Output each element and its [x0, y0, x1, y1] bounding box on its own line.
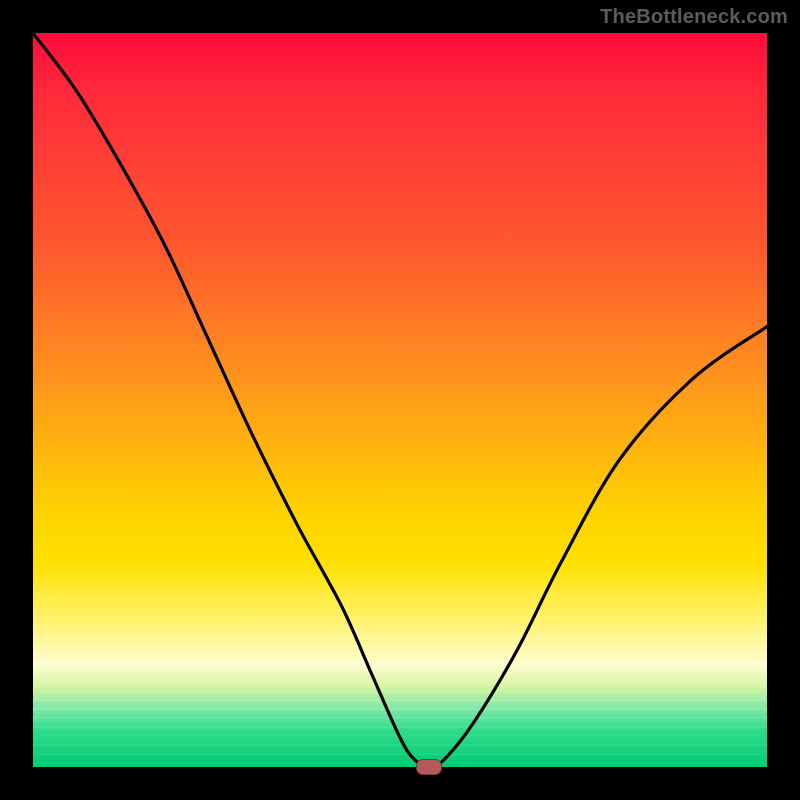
- plot-area: [33, 33, 767, 767]
- watermark-text: TheBottleneck.com: [600, 6, 788, 29]
- bottleneck-curve: [33, 33, 767, 767]
- min-marker: [416, 759, 442, 775]
- gradient-bands: [33, 591, 767, 767]
- chart-frame: TheBottleneck.com: [0, 0, 800, 800]
